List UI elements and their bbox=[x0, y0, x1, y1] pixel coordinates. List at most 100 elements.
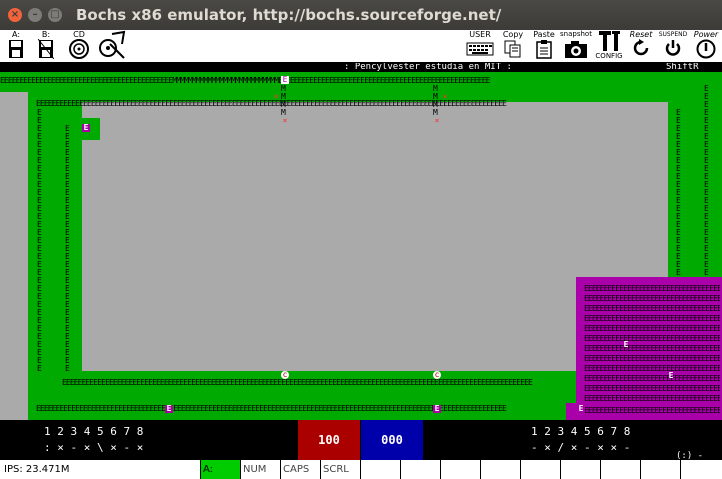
suspend-button[interactable]: SUSPEND bbox=[656, 30, 690, 62]
purple-row: EEEEEEEEEEEEEEEEEEEEEEEEEEEEEEEEEEEEEEEE… bbox=[584, 285, 720, 293]
status-slot bbox=[560, 460, 600, 479]
enemy-marker: E bbox=[433, 404, 441, 413]
window-titlebar: × – □ Bochs x86 emulator, http://bochs.s… bbox=[0, 0, 722, 30]
game-score-panel: 1 2 3 4 5 6 7 8 : × - × \ × - × 100 000 … bbox=[0, 420, 722, 461]
copy-icon bbox=[504, 40, 521, 58]
snapshot-label: snapshot bbox=[560, 30, 592, 38]
power-button[interactable]: Power bbox=[690, 30, 722, 62]
status-shift-indicator: ShiftR bbox=[666, 63, 699, 72]
bochs-toolbar: A: B: CD USER Copy Paste snapshot CONFIG… bbox=[0, 30, 722, 63]
status-message: : Pencylvester estudia en MIT : bbox=[344, 63, 512, 72]
cdrom-button[interactable]: CD bbox=[64, 30, 94, 62]
left-outer-column: EEEEEEEEEEEEEEEEEEEEEEEEEEEEEEEEE bbox=[37, 109, 45, 389]
floppy-icon bbox=[9, 40, 23, 58]
purple-row: EEEEEEEEEEEEEEEEEEEEEEEEEEEEEEEEEEEEEEEE… bbox=[584, 295, 720, 303]
column-cell: E bbox=[65, 364, 70, 373]
copy-button[interactable]: Copy bbox=[500, 30, 526, 62]
ips-readout: IPS: 23.471M bbox=[4, 464, 70, 475]
purple-row: EEEEEEEEEEEEEEEEEEEEEEEEEEEEEEEEEEEEEEEE… bbox=[584, 335, 720, 343]
status-slot bbox=[600, 460, 640, 479]
camera-icon bbox=[565, 41, 587, 58]
left-player-numbers: 1 2 3 4 5 6 7 8 bbox=[44, 425, 144, 438]
game-status-row: : Pencylvester estudia en MIT : ShiftR bbox=[0, 63, 722, 72]
purple-row: EEEEEEEEEEEEEEEEEEEEEEEEEEEEEEEEEEEEEEEE… bbox=[584, 375, 720, 383]
status-slot bbox=[400, 460, 440, 479]
status-slot bbox=[640, 460, 680, 479]
status-slot bbox=[480, 460, 520, 479]
floppy-icon bbox=[38, 39, 54, 59]
top-text-row: EEEEEEEEEEEEEEEEEEEEEEEEEEEEEEEEEEEEEEEE… bbox=[0, 77, 490, 85]
purple-row: EEEEEEEEEEEEEEEEEEEEEEEEEEEEEEEEEEEEEEEE… bbox=[584, 407, 720, 415]
purple-row: EEEEEEEEEEEEEEEEEEEEEEEEEEEEEEEEEEEEEEEE… bbox=[584, 365, 720, 373]
cdrom-icon bbox=[69, 39, 89, 59]
purple-row: EEEEEEEEEEEEEEEEEEEEEEEEEEEEEEEEEEEEEEEE… bbox=[584, 395, 720, 403]
floppy-a-button[interactable]: A: bbox=[4, 30, 28, 62]
red-x-marker: × bbox=[273, 92, 279, 101]
paste-button[interactable]: Paste bbox=[530, 30, 558, 62]
num-lock-indicator: NUM bbox=[240, 460, 280, 479]
vga-screen[interactable]: : Pencylvester estudia en MIT : ShiftR E… bbox=[0, 63, 722, 420]
close-icon[interactable]: × bbox=[8, 8, 22, 22]
paste-label: Paste bbox=[533, 30, 555, 39]
keyboard-icon bbox=[466, 42, 494, 56]
column-cell: E bbox=[676, 268, 681, 277]
disk-edit-icon bbox=[99, 30, 126, 59]
right-player-numbers: 1 2 3 4 5 6 7 8 bbox=[531, 425, 631, 438]
enemy-marker: E bbox=[577, 404, 585, 413]
suspend-label: SUSPEND bbox=[658, 31, 688, 38]
enemy-marker: E bbox=[668, 371, 674, 380]
second-text-row: EEEEEEEEEEEEEEEEEEEEEEEEEEEEEEEEEEEEEEEE… bbox=[36, 100, 507, 108]
column-cell: E bbox=[704, 268, 709, 277]
power-label: Power bbox=[693, 30, 719, 39]
purple-row: EEEEEEEEEEEEEEEEEEEEEEEEEEEEEEEEEEEEEEEE… bbox=[584, 305, 720, 313]
clipboard-icon bbox=[536, 40, 552, 59]
config-tools-icon bbox=[599, 31, 620, 51]
bottom-outer-row: EEEEEEEEEEEEEEEEEEEEEEEEEEEEEEEEEEEEEEEE… bbox=[36, 405, 507, 413]
reset-icon bbox=[633, 39, 649, 56]
enemy-marker: E bbox=[623, 340, 629, 349]
score-blue: 000 bbox=[361, 420, 423, 460]
enemy-marker: E bbox=[82, 123, 90, 132]
purple-row: EEEEEEEEEEEEEEEEEEEEEEEEEEEEEEEEEEEEEEEE… bbox=[584, 355, 720, 363]
purple-row: EEEEEEEEEEEEEEEEEEEEEEEEEEEEEEEEEEEEEEEE… bbox=[584, 315, 720, 323]
minimize-icon[interactable]: – bbox=[28, 8, 42, 22]
user-button[interactable]: USER bbox=[464, 30, 496, 62]
left-inner-column: EEEEEEEEEEEEEEEEEEEEEEEEEEEEEEE bbox=[65, 125, 73, 375]
window-title: Bochs x86 emulator, http://bochs.sourcef… bbox=[76, 6, 502, 24]
bochs-statusbar: IPS: 23.471M A: NUM CAPS SCRL bbox=[0, 460, 722, 479]
item-marker: c bbox=[433, 370, 441, 379]
power-icon bbox=[696, 39, 716, 59]
copy-label: Copy bbox=[502, 30, 524, 39]
reset-label: Reset bbox=[629, 30, 653, 39]
red-x-marker: × bbox=[282, 116, 288, 125]
right-player-marks: - × / × - × × - bbox=[531, 441, 631, 454]
player-marker: E bbox=[281, 75, 289, 84]
status-slot bbox=[520, 460, 560, 479]
purple-row: EEEEEEEEEEEEEEEEEEEEEEEEEEEEEEEEEEEEEEEE… bbox=[584, 385, 720, 393]
cdrom-eject-button[interactable] bbox=[96, 30, 128, 62]
left-player-marks: : × - × \ × - × bbox=[44, 441, 144, 454]
drive-a-led: A: bbox=[200, 460, 240, 479]
reset-button[interactable]: Reset bbox=[625, 30, 657, 62]
purple-row: EEEEEEEEEEEEEEEEEEEEEEEEEEEEEEEEEEEEEEEE… bbox=[584, 345, 720, 353]
snapshot-button[interactable]: snapshot bbox=[558, 30, 594, 62]
config-label: CONFIG bbox=[595, 52, 623, 60]
purple-row: EEEEEEEEEEEEEEEEEEEEEEEEEEEEEEEEEEEEEEEE… bbox=[584, 325, 720, 333]
maximize-icon[interactable]: □ bbox=[48, 8, 62, 22]
floppy-b-button[interactable]: B: bbox=[34, 30, 58, 62]
status-slot bbox=[680, 460, 722, 479]
caps-lock-indicator: CAPS bbox=[280, 460, 320, 479]
red-x-marker: × bbox=[442, 92, 448, 101]
floppy-a-label: A: bbox=[11, 30, 21, 39]
right-inner-column: EEEEEEEEEEEEEEEEEEEEE bbox=[676, 109, 684, 279]
scroll-lock-indicator: SCRL bbox=[320, 460, 360, 479]
status-slot bbox=[440, 460, 480, 479]
user-label: USER bbox=[469, 30, 491, 39]
cdrom-label: CD bbox=[73, 30, 85, 39]
enemy-marker: E bbox=[165, 404, 173, 413]
score-red: 100 bbox=[298, 420, 360, 460]
floppy-b-label: B: bbox=[41, 30, 51, 39]
status-slot bbox=[360, 460, 400, 479]
config-button[interactable]: CONFIG bbox=[594, 30, 624, 62]
item-marker: c bbox=[281, 370, 289, 379]
